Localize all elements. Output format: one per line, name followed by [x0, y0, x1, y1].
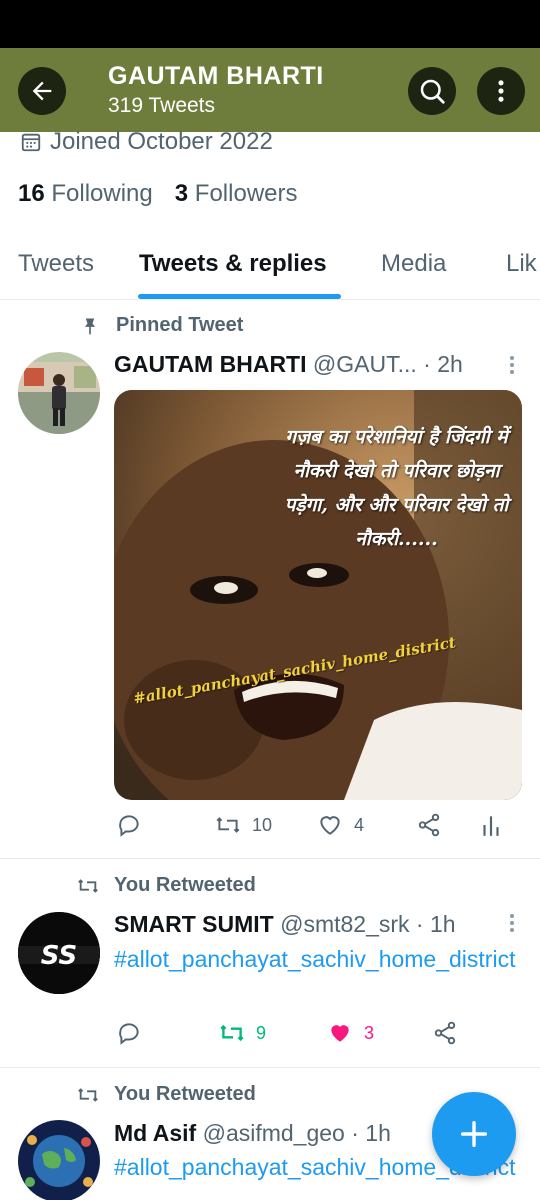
tweet-more-button[interactable]: [510, 914, 516, 935]
retweet-count: 9: [256, 1022, 267, 1043]
tweet-header: SMART SUMIT @smt82_srk · 1h: [114, 911, 456, 938]
tweet-header: Md Asif @asifmd_geo · 1h: [114, 1120, 391, 1147]
tweet-header: GAUTAM BHARTI @GAUT... · 2h: [114, 351, 463, 378]
author-name[interactable]: Md Asif: [114, 1120, 196, 1146]
tab-tweets[interactable]: Tweets: [18, 250, 94, 278]
author-name[interactable]: SMART SUMIT: [114, 911, 274, 937]
like-button[interactable]: 4: [316, 812, 364, 838]
avatar-monogram: SS: [41, 941, 78, 971]
plus-icon: [460, 1120, 488, 1148]
profile-tabs: Tweets Tweets & replies Media Lik: [0, 236, 540, 300]
back-button[interactable]: [18, 67, 66, 115]
tweet-hashtag[interactable]: #allot_panchayat_sachiv_home_district: [114, 942, 524, 976]
tab-media[interactable]: Media: [381, 250, 446, 278]
tweet-divider: [0, 858, 540, 859]
like-count: 4: [354, 814, 365, 835]
avatar[interactable]: [18, 352, 100, 434]
analytics-button[interactable]: [480, 812, 502, 838]
tweet-image[interactable]: गज़ब का परेशानियां है जिंदगी में नौकरी द…: [114, 390, 522, 800]
profile-header: GAUTAM BHARTI 319 Tweets: [0, 48, 540, 132]
author-name[interactable]: GAUTAM BHARTI: [114, 351, 307, 377]
like-button[interactable]: 3: [326, 1020, 374, 1046]
tab-likes[interactable]: Lik: [506, 250, 537, 278]
retweet-icon: [220, 1024, 244, 1042]
tab-tweets-replies[interactable]: Tweets & replies: [139, 250, 327, 278]
retweet-icon: [216, 817, 240, 833]
follow-stats: 16 Following 3 Followers: [18, 180, 298, 208]
status-bar: [0, 0, 540, 48]
share-icon: [434, 1021, 456, 1045]
search-icon: [420, 79, 445, 104]
reply-button[interactable]: [116, 812, 142, 838]
retweet-icon: [78, 878, 98, 893]
pin-icon: [85, 318, 95, 335]
share-button[interactable]: [416, 812, 442, 838]
pinned-context: Pinned Tweet: [80, 314, 243, 337]
arrow-left-icon: [32, 81, 52, 101]
pinned-label: Pinned Tweet: [116, 314, 244, 336]
retweet-icon: [78, 1087, 98, 1102]
tweet-more-button[interactable]: [510, 356, 516, 377]
header-tweet-count: 319 Tweets: [108, 94, 216, 117]
compose-tweet-button[interactable]: [432, 1092, 516, 1176]
author-handle-time: @asifmd_geo · 1h: [202, 1120, 391, 1146]
retweet-count: 10: [252, 814, 273, 835]
followers-count: 3: [174, 180, 189, 207]
retweet-context-label: You Retweeted: [114, 874, 256, 896]
retweet-button[interactable]: 10: [214, 812, 272, 838]
tweet-actions: 9 3: [112, 1020, 512, 1054]
author-handle-time: @smt82_srk · 1h: [280, 911, 456, 937]
avatar[interactable]: SS: [18, 912, 100, 994]
heart-icon: [320, 816, 340, 835]
retweet-button[interactable]: 9: [218, 1020, 266, 1046]
tweet-actions: 10 4: [112, 812, 512, 846]
more-options-button[interactable]: [477, 67, 525, 115]
share-icon: [418, 813, 440, 837]
reply-icon: [119, 1023, 139, 1045]
retweet-context: You Retweeted: [76, 874, 256, 897]
heart-filled-icon: [331, 1025, 349, 1042]
retweet-context: You Retweeted: [76, 1083, 256, 1106]
more-vertical-icon: [498, 80, 504, 102]
reply-button[interactable]: [116, 1020, 142, 1046]
author-handle-time: @GAUT... · 2h: [312, 351, 463, 377]
image-caption-text: गज़ब का परेशानियां है जिंदगी में नौकरी द…: [284, 426, 509, 550]
retweet-context-label: You Retweeted: [114, 1083, 256, 1105]
active-tab-indicator: [138, 294, 341, 299]
followers-link[interactable]: 3 Followers: [175, 180, 298, 207]
joined-text: Joined October 2022: [50, 128, 273, 155]
reply-icon: [119, 815, 139, 837]
joined-date: Joined October 2022: [20, 128, 273, 156]
search-button[interactable]: [408, 67, 456, 115]
calendar-icon: [21, 133, 41, 152]
share-button[interactable]: [432, 1020, 458, 1046]
header-titles: GAUTAM BHARTI 319 Tweets: [108, 60, 324, 120]
following-link[interactable]: 16 Following: [18, 180, 153, 207]
following-count: 16: [18, 180, 45, 207]
header-name: GAUTAM BHARTI: [108, 62, 324, 90]
avatar[interactable]: [18, 1120, 100, 1200]
tweet-divider: [0, 1067, 540, 1068]
like-count: 3: [364, 1022, 375, 1043]
analytics-icon: [483, 816, 499, 836]
following-label: Following: [51, 180, 153, 207]
followers-label: Followers: [194, 180, 298, 207]
